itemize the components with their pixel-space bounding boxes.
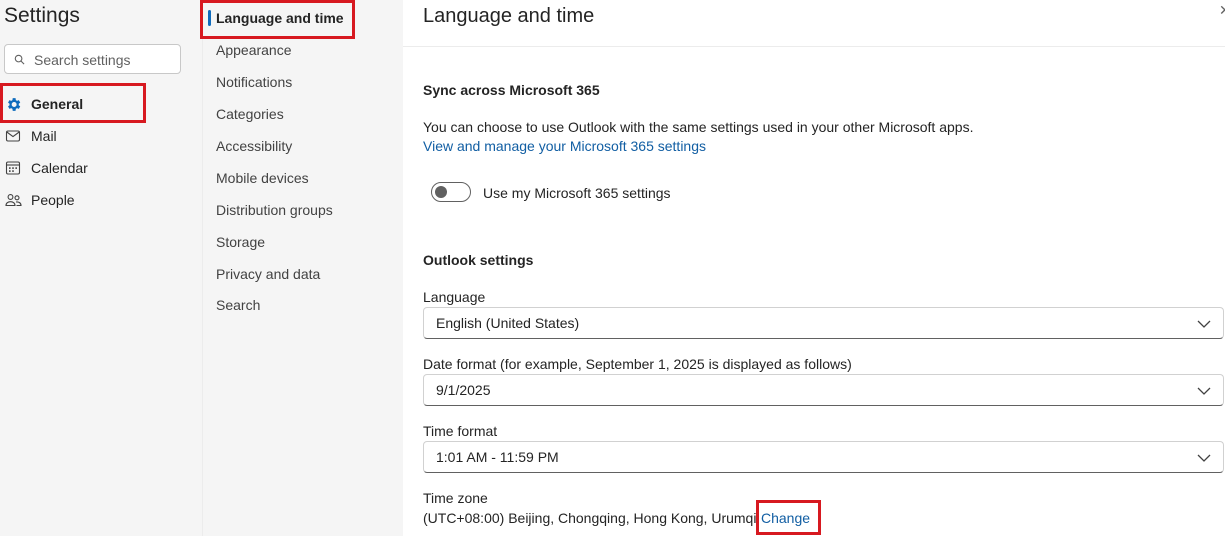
- subnav-item-language-and-time[interactable]: Language and time: [216, 7, 344, 29]
- subnav-item-accessibility[interactable]: Accessibility: [216, 135, 292, 157]
- sidebar-item-people[interactable]: People: [0, 185, 202, 215]
- m365-settings-toggle-label: Use my Microsoft 365 settings: [483, 185, 671, 201]
- subnav-item-appearance[interactable]: Appearance: [216, 39, 292, 61]
- sidebar-item-label: People: [31, 192, 75, 208]
- time-format-value: 1:01 AM - 11:59 PM: [436, 449, 559, 465]
- subnav-item-privacy-and-data[interactable]: Privacy and data: [216, 263, 320, 285]
- date-format-dropdown[interactable]: 9/1/2025: [423, 374, 1224, 406]
- sidebar-item-calendar[interactable]: Calendar: [0, 153, 202, 183]
- sidebar-item-mail[interactable]: Mail: [0, 121, 202, 151]
- header-divider: [403, 46, 1225, 47]
- sidebar-item-label: General: [31, 96, 84, 112]
- page-title: Language and time: [423, 5, 595, 27]
- sidebar-item-label: Calendar: [31, 160, 88, 176]
- time-format-dropdown[interactable]: 1:01 AM - 11:59 PM: [423, 441, 1224, 473]
- manage-m365-settings-link[interactable]: View and manage your Microsoft 365 setti…: [423, 138, 706, 154]
- subnav-item-search[interactable]: Search: [216, 294, 260, 316]
- search-settings-box[interactable]: [4, 44, 181, 74]
- settings-sidebar: Settings General Mail: [0, 0, 202, 536]
- chevron-down-icon: [1197, 320, 1211, 328]
- mail-icon: [4, 127, 22, 145]
- subnav-item-distribution-groups[interactable]: Distribution groups: [216, 199, 333, 221]
- search-icon: [14, 54, 25, 65]
- settings-subnav: Language and time Appearance Notificatio…: [200, 0, 404, 536]
- subnav-item-categories[interactable]: Categories: [216, 103, 284, 125]
- sync-description: You can choose to use Outlook with the s…: [423, 119, 974, 135]
- close-icon[interactable]: ✕: [1219, 2, 1225, 18]
- time-zone-change-link[interactable]: Change: [761, 510, 810, 526]
- date-format-label: Date format (for example, September 1, 2…: [423, 356, 852, 372]
- settings-content: Language and time ✕ Sync across Microsof…: [403, 0, 1225, 536]
- language-dropdown[interactable]: English (United States): [423, 307, 1224, 339]
- time-zone-label: Time zone: [423, 490, 488, 506]
- outlook-settings-heading: Outlook settings: [423, 252, 534, 268]
- chevron-down-icon: [1197, 387, 1211, 395]
- time-zone-value: (UTC+08:00) Beijing, Chongqing, Hong Kon…: [423, 510, 757, 526]
- subnav-item-notifications[interactable]: Notifications: [216, 71, 292, 93]
- date-format-value: 9/1/2025: [436, 382, 491, 398]
- time-format-label: Time format: [423, 423, 498, 439]
- subnav-item-storage[interactable]: Storage: [216, 231, 265, 253]
- search-input[interactable]: [32, 49, 176, 71]
- language-label: Language: [423, 289, 486, 305]
- people-icon: [4, 191, 22, 209]
- gear-icon: [4, 95, 22, 113]
- toggle-knob: [435, 186, 447, 198]
- settings-title: Settings: [4, 4, 80, 27]
- chevron-down-icon: [1197, 454, 1211, 462]
- active-indicator: [208, 10, 211, 26]
- sidebar-item-label: Mail: [31, 128, 57, 144]
- language-value: English (United States): [436, 315, 580, 331]
- sync-section-heading: Sync across Microsoft 365: [423, 82, 600, 98]
- sidebar-item-general[interactable]: General: [0, 89, 202, 119]
- calendar-icon: [4, 159, 22, 177]
- m365-settings-toggle[interactable]: [431, 182, 471, 202]
- subnav-item-mobile-devices[interactable]: Mobile devices: [216, 167, 309, 189]
